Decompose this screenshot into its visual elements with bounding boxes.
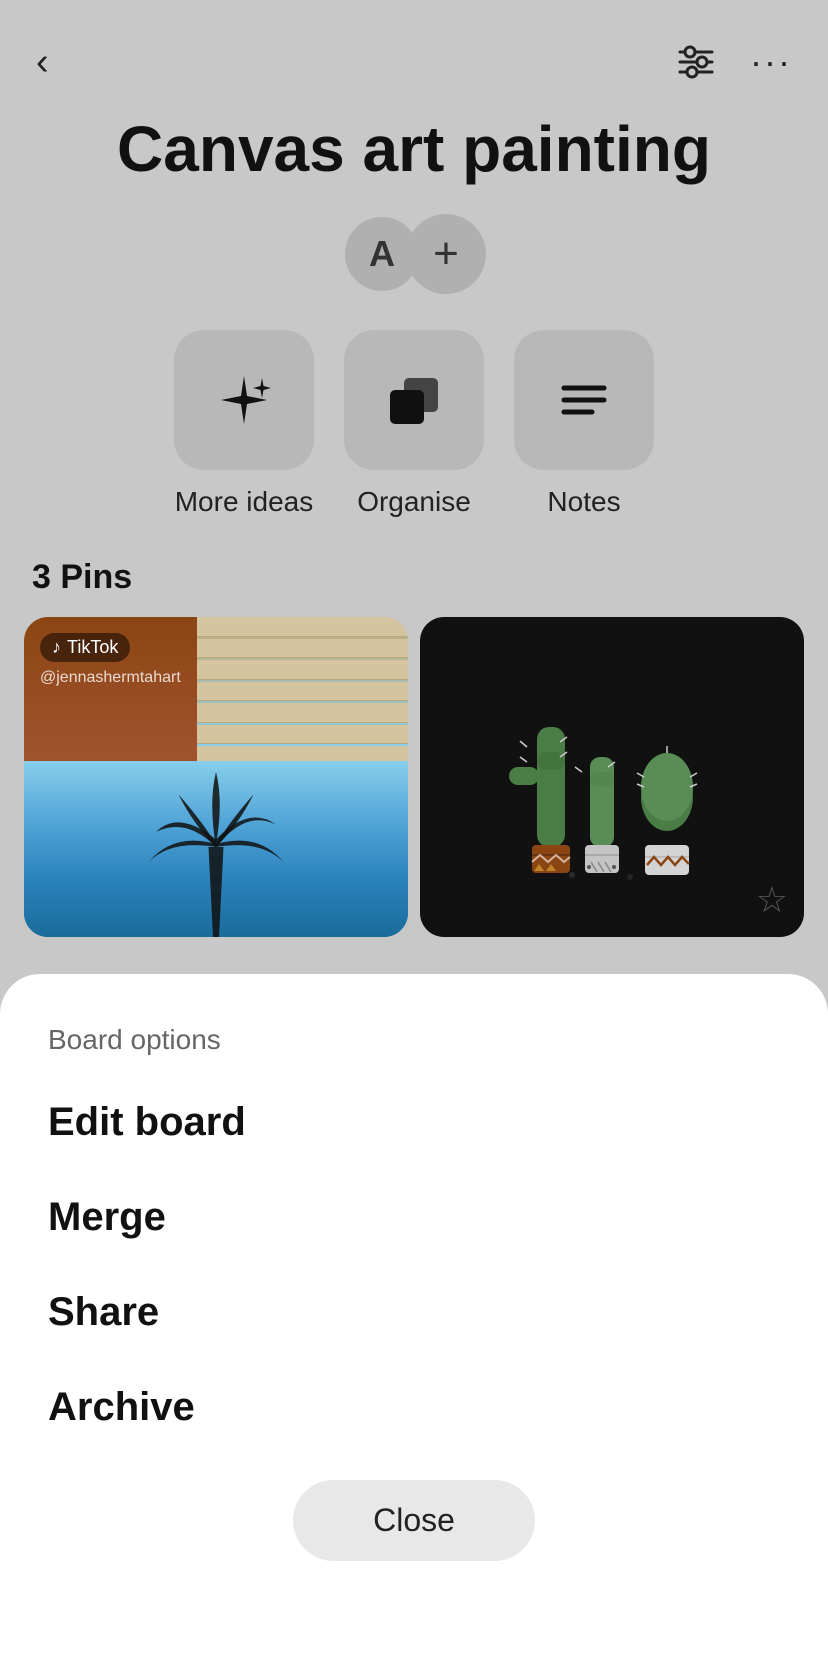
organise-icon-box bbox=[344, 330, 484, 470]
palm-tree-icon bbox=[136, 757, 296, 937]
organise-action[interactable]: Organise bbox=[344, 330, 484, 518]
back-button[interactable]: ‹ bbox=[36, 43, 49, 81]
pins-grid: ♪ TikTok @jennashermtahart bbox=[24, 617, 804, 937]
merge-option[interactable]: Merge bbox=[48, 1195, 780, 1240]
blind-slat bbox=[197, 639, 408, 659]
edit-board-option[interactable]: Edit board bbox=[48, 1100, 780, 1145]
pin-card-beach[interactable]: ♪ TikTok @jennashermtahart bbox=[24, 617, 408, 937]
organise-label: Organise bbox=[357, 486, 471, 518]
notes-label: Notes bbox=[547, 486, 620, 518]
blind-slat bbox=[197, 725, 408, 745]
cactus-illustration bbox=[482, 667, 742, 887]
blind-slat bbox=[197, 703, 408, 723]
tiktok-badge: ♪ TikTok bbox=[40, 633, 130, 662]
more-ideas-icon-box bbox=[174, 330, 314, 470]
more-ideas-label: More ideas bbox=[175, 486, 314, 518]
cactus-container bbox=[420, 617, 804, 937]
pin-card-cactus[interactable]: ☆ bbox=[420, 617, 804, 937]
notes-action[interactable]: Notes bbox=[514, 330, 654, 518]
notes-icon-box bbox=[514, 330, 654, 470]
more-ideas-action[interactable]: More ideas bbox=[174, 330, 314, 518]
blind-slat bbox=[197, 682, 408, 702]
sheet-title: Board options bbox=[48, 1024, 780, 1056]
more-options-icon[interactable]: ··· bbox=[750, 41, 792, 83]
sliders-icon[interactable] bbox=[674, 40, 718, 84]
star-icon[interactable]: ☆ bbox=[756, 879, 788, 921]
blind-slat bbox=[197, 617, 408, 637]
blind-slat bbox=[197, 660, 408, 680]
organise-icon bbox=[382, 368, 446, 432]
tiktok-text: TikTok bbox=[67, 637, 118, 658]
notes-icon bbox=[552, 368, 616, 432]
tiktok-username: @jennashermtahart bbox=[40, 669, 181, 687]
top-right-icons: ··· bbox=[674, 40, 792, 84]
board-title: Canvas art painting bbox=[0, 104, 828, 214]
avatar-row: A + bbox=[0, 214, 828, 294]
tiktok-logo-icon: ♪ bbox=[52, 637, 61, 658]
close-button[interactable]: Close bbox=[293, 1480, 535, 1561]
pins-section: 3 Pins bbox=[0, 558, 828, 937]
sparkle-icon bbox=[212, 368, 276, 432]
pins-count: 3 Pins bbox=[24, 558, 804, 597]
actions-row: More ideas Organise Notes bbox=[0, 330, 828, 518]
close-btn-container: Close bbox=[48, 1480, 780, 1561]
add-collaborator-button[interactable]: + bbox=[406, 214, 486, 294]
bottom-sheet: Board options Edit board Merge Share Arc… bbox=[0, 974, 828, 1654]
archive-option[interactable]: Archive bbox=[48, 1385, 780, 1430]
share-option[interactable]: Share bbox=[48, 1290, 780, 1335]
top-bar: ‹ ··· bbox=[0, 0, 828, 104]
beach-scene bbox=[24, 617, 408, 937]
